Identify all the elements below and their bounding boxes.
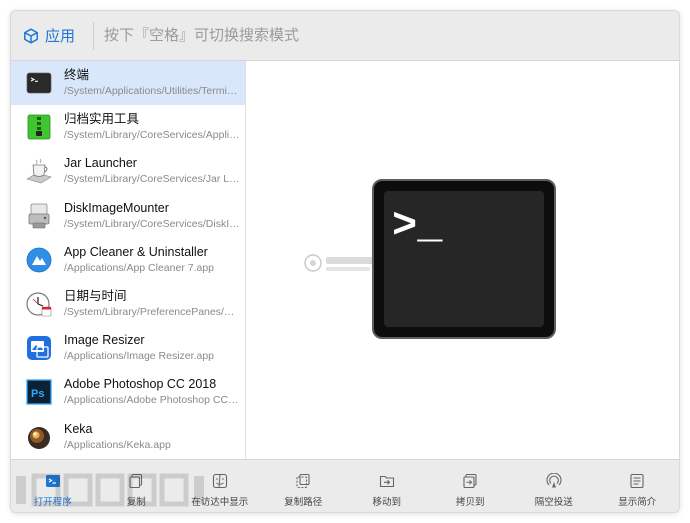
copy-path-button[interactable]: 复制路径 [262,460,346,512]
result-path: /Applications/App Cleaner 7.app [64,261,215,274]
copy-button[interactable]: 复制 [95,460,179,512]
search-header: 应用 [11,11,679,61]
terminal-icon [26,72,52,94]
copy-icon [129,473,143,489]
result-item-terminal[interactable]: 终端 /System/Applications/Utilities/Termin… [11,61,245,106]
result-item-disk-image-mounter[interactable]: DiskImageMounter /System/Library/CoreSer… [11,194,245,238]
svg-text:Ps: Ps [31,388,44,400]
open-app-button[interactable]: 打开程序 [11,460,95,512]
jar-launcher-icon [26,159,52,184]
finder-icon [212,473,227,489]
result-path: /Applications/Image Resizer.app [64,350,214,363]
terminal-preview-icon: >_ [372,179,556,339]
result-item-jar-launcher[interactable]: Jar Launcher /System/Library/CoreService… [11,149,245,193]
result-item-date-time[interactable]: 日期与时间 /System/Library/PreferencePanes/Da… [11,282,245,326]
search-scope-selector[interactable]: 应用 [11,11,93,60]
airdrop-button[interactable]: 隔空投送 [512,460,596,512]
result-path: /System/Applications/Utilities/Terminal.… [64,85,240,97]
open-app-icon [45,475,60,487]
keka-icon [28,426,50,449]
header-divider [93,21,94,50]
move-to-button[interactable]: 移动到 [345,460,429,512]
date-time-icon [26,292,52,317]
preview-panel: >_ [246,61,679,459]
move-to-icon [379,475,394,488]
result-path: /System/Library/CoreServices/DiskImageMo… [64,217,240,230]
airdrop-icon [546,473,562,488]
copy-path-icon [296,473,310,489]
action-label: 移动到 [372,497,401,508]
result-path: /System/Library/PreferencePanes/DateAndT… [64,305,240,318]
result-name: Adobe Photoshop CC 2018 [64,377,217,392]
result-name: 日期与时间 [64,288,127,303]
action-label: 显示简介 [618,497,657,508]
disk-image-mounter-icon [28,203,50,228]
image-resizer-icon [27,336,51,361]
result-path: /System/Library/CoreServices/Jar Launche… [64,173,240,186]
result-item-keka[interactable]: Keka /Applications/Keka.app [11,415,245,459]
action-bar: 打开程序 复制 在访达中显示 复制路径 移动到 拷贝到 隔空投送 显示简介 [11,459,680,512]
copy-to-icon [463,473,477,489]
result-name: Keka [64,421,93,436]
result-name: DiskImageMounter [64,200,169,215]
cube-icon [24,27,38,44]
result-path: /System/Library/CoreServices/Application… [64,129,240,142]
copy-to-button[interactable]: 拷贝到 [429,460,513,512]
results-list: 终端 /System/Applications/Utilities/Termin… [11,61,246,459]
result-item-photoshop[interactable]: Ps Adobe Photoshop CC 2018 /Applications… [11,370,245,414]
info-list-icon [630,473,644,489]
action-label: 隔空投送 [534,497,573,508]
action-label: 在访达中显示 [191,497,249,508]
action-label: 打开程序 [33,497,72,508]
app-cleaner-icon [26,247,52,273]
show-in-finder-button[interactable]: 在访达中显示 [178,460,262,512]
result-item-image-resizer[interactable]: Image Resizer /Applications/Image Resize… [11,326,245,370]
action-label: 拷贝到 [455,497,485,508]
result-name: Jar Launcher [64,156,137,171]
result-name: 归档实用工具 [64,112,140,127]
result-item-archive-utility[interactable]: 归档实用工具 /System/Library/CoreServices/Appl… [11,105,245,149]
search-input[interactable] [104,20,679,51]
launcher-window: 应用 终端 /System/Applications/Utilities/Ter… [10,10,680,513]
archive-utility-icon [27,114,51,140]
result-name: App Cleaner & Uninstaller [64,244,208,259]
search-scope-label: 应用 [45,28,76,45]
photoshop-icon: Ps [26,379,52,405]
result-path: /Applications/Keka.app [64,438,171,451]
terminal-prompt-text: >_ [392,202,443,250]
result-name: Image Resizer [64,333,145,348]
result-name: 终端 [64,68,90,82]
action-label: 复制 [126,497,146,508]
show-info-button[interactable]: 显示简介 [596,460,680,512]
result-path: /Applications/Adobe Photoshop CC 2018/Ad… [64,394,240,407]
result-item-app-cleaner[interactable]: App Cleaner & Uninstaller /Applications/… [11,238,245,282]
action-label: 复制路径 [284,497,323,508]
